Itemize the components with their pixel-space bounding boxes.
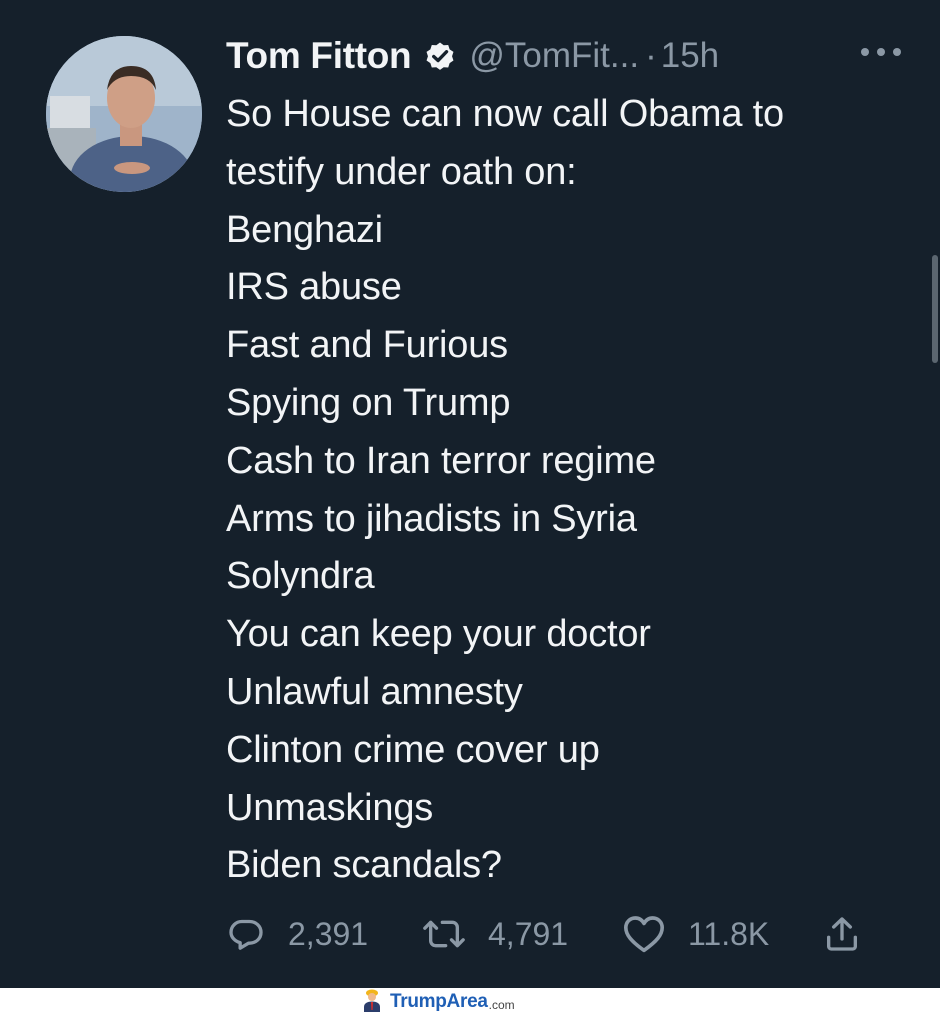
avatar-photo xyxy=(46,36,202,192)
share-button[interactable] xyxy=(822,908,862,960)
reply-icon xyxy=(226,914,266,954)
retweet-button[interactable]: 4,791 xyxy=(422,908,568,960)
tweet-line: So House can now call Obama to xyxy=(226,93,784,135)
tweet-line: Biden scandals? xyxy=(226,844,502,887)
avatar[interactable] xyxy=(46,36,202,192)
trump-mascot-icon xyxy=(360,988,384,1017)
share-icon xyxy=(822,914,862,954)
author-name[interactable]: Tom Fitton xyxy=(226,35,412,77)
watermark: TrumpArea .com xyxy=(0,988,940,1014)
verified-badge-icon xyxy=(423,39,457,73)
heart-icon xyxy=(622,914,666,954)
reply-button[interactable]: 2,391 xyxy=(226,908,368,960)
tweet-line: Unlawful amnesty xyxy=(226,670,523,713)
tweet-text: So House can now call Obama to testify u… xyxy=(226,86,916,895)
tweet-line: You can keep your doctor xyxy=(226,613,651,656)
tweet-line: IRS abuse xyxy=(226,266,402,309)
tweet-header: Tom Fitton @TomFit... · 15h xyxy=(226,28,719,84)
like-button[interactable]: 11.8K xyxy=(622,908,769,960)
tweet-line: testify under oath on: xyxy=(226,150,577,193)
header-separator: · xyxy=(645,36,657,75)
tweet-actions: 2,391 4,791 11.8K xyxy=(226,908,876,960)
tweet-line: Arms to jihadists in Syria xyxy=(226,497,637,540)
watermark-brand: TrumpArea xyxy=(390,991,488,1012)
author-handle[interactable]: @TomFit... xyxy=(469,36,639,76)
tweet-timestamp[interactable]: 15h xyxy=(661,36,719,76)
more-options-icon[interactable] xyxy=(858,42,904,62)
tweet-line: Spying on Trump xyxy=(226,381,511,424)
tweet-line: Solyndra xyxy=(226,555,375,598)
reply-count: 2,391 xyxy=(288,915,369,952)
tweet-line: Clinton crime cover up xyxy=(226,728,600,771)
tweet-line: Fast and Furious xyxy=(226,324,508,367)
tweet-card: Tom Fitton @TomFit... · 15h So House can… xyxy=(0,0,940,988)
retweet-count: 4,791 xyxy=(488,915,569,952)
tweet-line: Benghazi xyxy=(226,208,383,251)
tweet-line: Cash to Iran terror regime xyxy=(226,439,656,482)
tweet-line: Unmaskings xyxy=(226,786,434,829)
watermark-tld: .com xyxy=(488,997,515,1012)
scrollbar[interactable] xyxy=(932,255,938,363)
like-count: 11.8K xyxy=(688,915,770,952)
retweet-icon xyxy=(422,914,466,954)
